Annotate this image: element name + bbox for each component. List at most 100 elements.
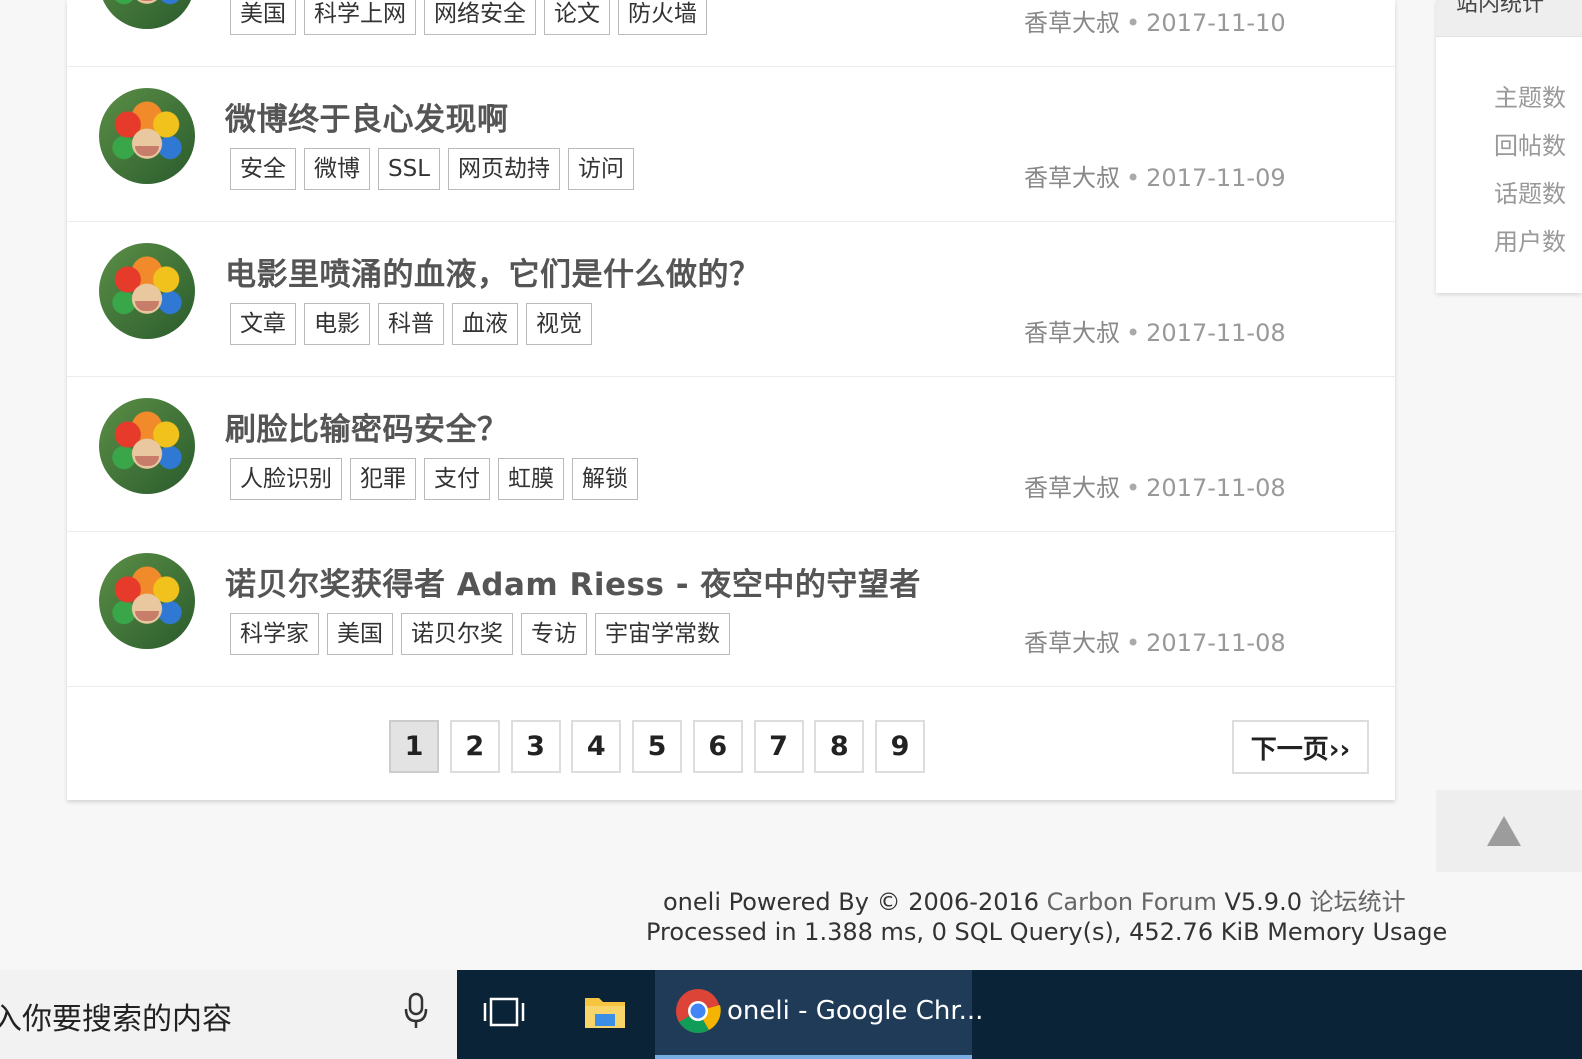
forum-stats-link[interactable]: 论坛统计 [1310,888,1406,916]
topic-tag[interactable]: 解锁 [572,458,638,500]
stat-users: 用户数 [1494,228,1566,256]
topic-tag[interactable]: 网络安全 [424,0,536,35]
author-avatar[interactable] [99,88,195,184]
avatar-mouth [135,456,159,466]
topic-author-link[interactable]: 香草大叔 [1024,164,1120,192]
taskbar-search-box[interactable]: 入你要搜索的内容 [0,970,457,1059]
topic-meta: 香草大叔 • 2017-11-08 [1024,623,1286,658]
page-9-button[interactable]: 9 [875,720,925,773]
topic-row: 刷脸比输密码安全？ 人脸识别 犯罪 支付 虹膜 解锁 香草大叔 • 2017-11-08 [67,378,1395,532]
taskbar-search-placeholder: 入你要搜索的内容 [0,1002,232,1037]
footer-version: V5.9.0 [1216,888,1310,916]
avatar-mouth [135,301,159,311]
back-to-top-button[interactable] [1436,790,1582,872]
topic-date: 2017-11-08 [1146,629,1286,657]
topic-tag[interactable]: 电影 [304,303,370,345]
page-3-button[interactable]: 3 [510,720,561,773]
footer-powered-by: oneli Powered By © 2006-2016 [663,888,1047,916]
topic-meta: 香草大叔 • 2017-11-10 [1024,3,1286,38]
topic-tags: 美国 科学上网 网络安全 论文 防火墙 [230,0,707,35]
topic-tag[interactable]: 虹膜 [498,458,564,500]
topic-row: 美国 科学上网 网络安全 论文 防火墙 香草大叔 • 2017-11-10 [67,0,1395,67]
topic-tag[interactable]: 美国 [327,613,393,655]
topic-author-link[interactable]: 香草大叔 [1024,474,1120,502]
task-view-icon[interactable] [483,996,525,1032]
pagination: 123456789 下一页›› [67,688,1395,800]
topic-row: 微博终于良心发现啊安全 微博 SSL 网页劫持 访问 香草大叔 • 2017-11-09 [67,68,1395,222]
topic-tag[interactable]: 科学家 [230,613,319,655]
page-7-button[interactable]: 7 [753,720,804,773]
topic-author-link[interactable]: 香草大叔 [1024,9,1120,37]
author-avatar[interactable] [99,553,195,649]
topic-meta: 香草大叔 • 2017-11-08 [1024,313,1286,348]
topic-title-link[interactable]: 刷脸比输密码安全？ [225,404,509,449]
avatar-mouth [135,146,159,156]
topic-tag[interactable]: 科学上网 [304,0,416,35]
topic-date: 2017-11-09 [1146,164,1286,192]
site-stats-title: 站内统计 [1456,0,1545,17]
footer-line-2: Processed in 1.388 ms, 0 SQL Query(s), 4… [646,918,1448,946]
avatar-mouth [135,611,159,621]
page-8-button[interactable]: 8 [814,720,865,773]
page-5-button[interactable]: 5 [632,720,682,773]
topic-tags: 安全 微博 SSL 网页劫持 访问 [230,148,635,190]
topic-tag[interactable]: 支付 [424,458,490,500]
taskbar-chrome-label: oneli - Google Chr... [727,996,984,1026]
taskbar-chrome-window[interactable]: oneli - Google Chr... [655,970,983,1059]
chrome-icon [675,988,721,1038]
topic-tags: 科学家 美国 诺贝尔奖 专访 宇宙学常数 [230,613,730,655]
page-6-button[interactable]: 6 [692,720,743,773]
avatar-mouth [135,0,159,1]
topic-tags: 文章 电影 科普 血液 视觉 [230,303,592,345]
meta-separator: • [1126,319,1141,347]
page-2-button[interactable]: 2 [449,720,500,773]
topic-title-link[interactable]: 电影里喷涌的血液，它们是什么做的？ [225,249,761,294]
topic-tag[interactable]: SSL [378,148,441,190]
topic-meta: 香草大叔 • 2017-11-09 [1024,158,1286,193]
author-avatar[interactable] [99,398,195,494]
topic-tag[interactable]: 论文 [544,0,610,35]
next-page-button[interactable]: 下一页›› [1232,720,1369,774]
topic-tag[interactable]: 血液 [452,303,518,345]
topic-tag[interactable]: 视觉 [526,303,592,345]
stat-tags: 话题数 [1494,180,1566,208]
topic-row: 诺贝尔奖获得者 Adam Riess - 夜空中的守望者科学家 美国 诺贝尔奖 专访宇… [67,533,1395,687]
page-4-button[interactable]: 4 [571,720,622,773]
site-stats-header: 站内统计 [1436,0,1582,37]
meta-separator: • [1126,629,1141,657]
topic-tag[interactable]: 文章 [230,303,296,345]
topic-tag[interactable]: 网页劫持 [448,148,561,190]
author-avatar[interactable] [99,243,195,339]
topic-author-link[interactable]: 香草大叔 [1024,319,1120,347]
topic-list-panel: 美国 科学上网 网络安全 论文 防火墙 香草大叔 • 2017-11-10 微博终于良心发现啊安… [67,0,1395,800]
topic-tag[interactable]: 微博 [304,148,370,190]
windows-taskbar: 入你要搜索的内容 oneli - Google Chr... [0,970,1582,1059]
topic-tag[interactable]: 诺贝尔奖 [401,613,513,655]
page-1-button[interactable]: 1 [389,720,439,773]
topic-tag[interactable]: 犯罪 [350,458,416,500]
topic-tag[interactable]: 访问 [568,148,635,190]
stat-topics: 主题数 [1494,84,1566,112]
topic-tag[interactable]: 防火墙 [618,0,707,35]
topic-tag[interactable]: 专访 [521,613,587,655]
topic-tag[interactable]: 宇宙学常数 [595,613,730,655]
topic-title-link[interactable]: 诺贝尔奖获得者 Adam Riess - 夜空中的守望者 [225,559,921,604]
topic-title-link[interactable]: 微博终于良心发现啊 [225,94,509,139]
topic-tag[interactable]: 美国 [230,0,296,35]
file-explorer-icon[interactable] [583,992,627,1034]
topic-tag[interactable]: 安全 [230,148,296,190]
author-avatar[interactable] [99,0,195,29]
topic-tag[interactable]: 科普 [378,303,444,345]
topic-date: 2017-11-08 [1146,474,1286,502]
carbon-forum-link[interactable]: Carbon Forum [1047,888,1217,916]
meta-separator: • [1126,9,1141,37]
topic-date: 2017-11-10 [1146,9,1286,37]
footer-line-1: oneli Powered By © 2006-2016 Carbon Foru… [663,882,1406,917]
topic-tag[interactable]: 人脸识别 [230,458,342,500]
topic-tags: 人脸识别 犯罪 支付 虹膜 解锁 [230,458,638,500]
topic-row: 电影里喷涌的血液，它们是什么做的？ 文章 电影 科普 血液 视觉 香草大叔 • 2017-11-… [67,223,1395,377]
stat-replies: 回帖数 [1494,132,1566,160]
topic-author-link[interactable]: 香草大叔 [1024,629,1120,657]
topic-date: 2017-11-08 [1146,319,1286,347]
microphone-icon[interactable] [404,992,428,1038]
